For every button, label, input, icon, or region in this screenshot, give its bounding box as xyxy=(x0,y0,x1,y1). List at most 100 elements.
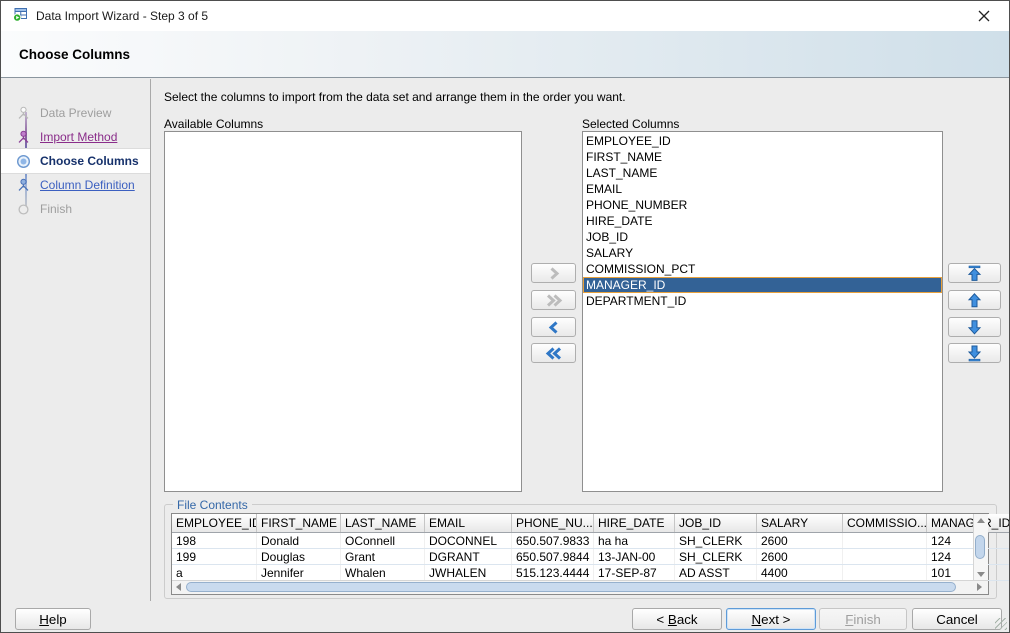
horizontal-scrollbar[interactable] xyxy=(172,580,988,594)
step-label: Import Method xyxy=(40,130,117,144)
title-bar: Data Import Wizard - Step 3 of 5 xyxy=(1,1,1009,31)
table-row[interactable]: 199DouglasGrantDGRANT650.507.984413-JAN-… xyxy=(172,549,1010,565)
selected-column-item[interactable]: COMMISSION_PCT xyxy=(583,261,942,277)
move-all-left-button[interactable] xyxy=(531,343,576,363)
file-cell: ha ha xyxy=(594,533,675,549)
move-right-button xyxy=(531,263,576,283)
file-cell: 17-SEP-87 xyxy=(594,565,675,581)
person-step-icon xyxy=(15,106,31,121)
vertical-scroll-thumb[interactable] xyxy=(975,535,985,559)
table-row[interactable]: aJenniferWhalenJWHALEN515.123.444417-SEP… xyxy=(172,565,1010,581)
scroll-up-arrow-icon[interactable] xyxy=(977,518,985,523)
move-up-button[interactable] xyxy=(948,290,1001,310)
move-left-button[interactable] xyxy=(531,317,576,337)
selected-column-item[interactable]: LAST_NAME xyxy=(583,165,942,181)
back-button[interactable]: < Back xyxy=(632,608,722,630)
wizard-steps-sidebar: Data Preview Import Method xyxy=(1,79,151,601)
file-cell: DGRANT xyxy=(425,549,512,565)
selected-column-item[interactable]: DEPARTMENT_ID xyxy=(583,293,942,309)
step-import-method[interactable]: Import Method xyxy=(1,125,150,149)
selected-column-item[interactable]: FIRST_NAME xyxy=(583,149,942,165)
file-column-header[interactable]: PHONE_NU... xyxy=(512,514,594,533)
file-cell: Donald xyxy=(257,533,341,549)
file-column-header[interactable]: EMAIL xyxy=(425,514,512,533)
file-cell: 515.123.4444 xyxy=(512,565,594,581)
file-cell: JWHALEN xyxy=(425,565,512,581)
step-column-definition[interactable]: Column Definition xyxy=(1,173,150,197)
close-button[interactable] xyxy=(971,3,997,29)
data-import-wizard-window: Data Import Wizard - Step 3 of 5 Choose … xyxy=(0,0,1010,633)
selected-column-item[interactable]: HIRE_DATE xyxy=(583,213,942,229)
resize-grip[interactable] xyxy=(995,618,1007,630)
file-cell: 4400 xyxy=(757,565,843,581)
file-cell: a xyxy=(172,565,257,581)
file-column-header[interactable]: LAST_NAME xyxy=(341,514,425,533)
step-data-preview: Data Preview xyxy=(1,101,150,125)
file-cell: 124 xyxy=(927,533,1010,549)
step-choose-columns[interactable]: Choose Columns xyxy=(1,149,150,173)
chevron-right-icon xyxy=(544,267,564,280)
arrow-down-icon xyxy=(966,319,983,336)
circle-step-icon xyxy=(15,202,31,217)
file-contents-grid: EMPLOYEE_IDFIRST_NAMELAST_NAMEEMAILPHONE… xyxy=(171,513,989,595)
file-column-header[interactable]: MANAGER_ID xyxy=(927,514,1010,533)
current-step-radio-icon xyxy=(15,154,31,169)
move-all-right-button xyxy=(531,290,576,310)
move-to-top-button[interactable] xyxy=(948,263,1001,283)
finish-button: Finish xyxy=(819,608,907,630)
person-step-icon xyxy=(15,130,31,145)
file-column-header[interactable]: FIRST_NAME xyxy=(257,514,341,533)
arrow-to-top-icon xyxy=(966,265,983,282)
selected-columns-label: Selected Columns xyxy=(582,117,679,131)
file-cell: Whalen xyxy=(341,565,425,581)
vertical-scrollbar[interactable] xyxy=(973,514,988,581)
wizard-page-header: Choose Columns xyxy=(1,31,1009,78)
file-cell: SH_CLERK xyxy=(675,549,757,565)
scroll-left-arrow-icon[interactable] xyxy=(176,583,181,591)
cancel-button[interactable]: Cancel xyxy=(912,608,1002,630)
table-import-icon xyxy=(13,7,28,25)
horizontal-scroll-thumb[interactable] xyxy=(186,582,956,592)
table-row[interactable]: 198DonaldOConnellDOCONNEL650.507.9833ha … xyxy=(172,533,1010,549)
scroll-right-arrow-icon[interactable] xyxy=(977,583,982,591)
file-cell: Grant xyxy=(341,549,425,565)
file-cell: 2600 xyxy=(757,533,843,549)
move-down-button[interactable] xyxy=(948,317,1001,337)
next-button[interactable]: Next > xyxy=(726,608,816,630)
selected-columns-list[interactable]: EMPLOYEE_IDFIRST_NAMELAST_NAMEEMAILPHONE… xyxy=(582,131,943,492)
file-column-header[interactable]: SALARY xyxy=(757,514,843,533)
step-label: Finish xyxy=(40,202,72,216)
selected-column-item[interactable]: EMAIL xyxy=(583,181,942,197)
file-cell: AD ASST xyxy=(675,565,757,581)
file-cell: 101 xyxy=(927,565,1010,581)
step-label: Column Definition xyxy=(40,178,135,192)
page-title: Choose Columns xyxy=(19,47,130,62)
file-cell: 124 xyxy=(927,549,1010,565)
file-contents-label: File Contents xyxy=(173,498,252,512)
double-chevron-left-icon xyxy=(543,347,565,360)
selected-column-item[interactable]: MANAGER_ID xyxy=(583,277,942,293)
file-column-header[interactable]: JOB_ID xyxy=(675,514,757,533)
file-column-header[interactable]: COMMISSIO... xyxy=(843,514,927,533)
file-column-header[interactable]: EMPLOYEE_ID xyxy=(172,514,257,533)
selected-column-item[interactable]: JOB_ID xyxy=(583,229,942,245)
step-label: Choose Columns xyxy=(40,154,139,168)
file-cell: 650.507.9844 xyxy=(512,549,594,565)
file-cell: 198 xyxy=(172,533,257,549)
file-cell: 650.507.9833 xyxy=(512,533,594,549)
move-to-bottom-button[interactable] xyxy=(948,343,1001,363)
available-columns-list[interactable] xyxy=(164,131,522,492)
file-cell: 199 xyxy=(172,549,257,565)
selected-column-item[interactable]: EMPLOYEE_ID xyxy=(583,133,942,149)
scroll-down-arrow-icon[interactable] xyxy=(977,572,985,577)
window-title: Data Import Wizard - Step 3 of 5 xyxy=(36,9,208,23)
selected-column-item[interactable]: SALARY xyxy=(583,245,942,261)
help-button[interactable]: Help xyxy=(15,608,91,630)
file-cell: DOCONNEL xyxy=(425,533,512,549)
double-chevron-right-icon xyxy=(543,294,565,307)
file-column-header[interactable]: HIRE_DATE xyxy=(594,514,675,533)
step-finish: Finish xyxy=(1,197,150,221)
chevron-left-icon xyxy=(544,321,564,334)
selected-column-item[interactable]: PHONE_NUMBER xyxy=(583,197,942,213)
step-label: Data Preview xyxy=(40,106,111,120)
